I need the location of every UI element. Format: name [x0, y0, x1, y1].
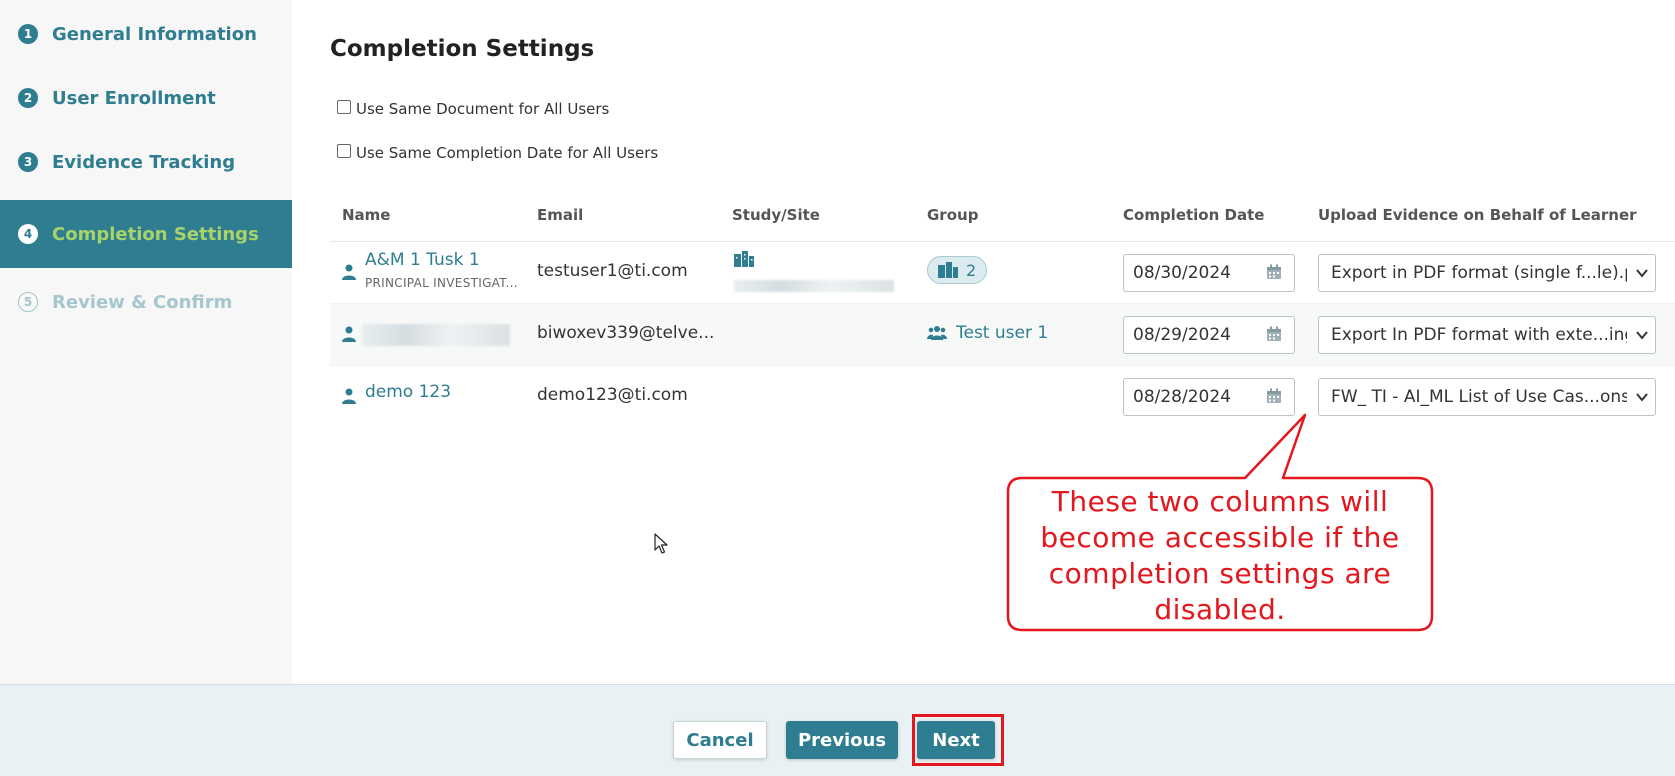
callout-line: disabled.: [1154, 593, 1286, 626]
checkbox-label: Use Same Document for All Users: [356, 100, 610, 118]
table-row: biwoxev339@telve... Test user 1 08/29/20…: [330, 304, 1675, 366]
users-icon: [927, 326, 947, 340]
step-review-confirm: 5 Review & Confirm: [0, 268, 292, 336]
step-label: Review & Confirm: [52, 291, 233, 313]
group-link[interactable]: Test user 1: [927, 323, 1048, 343]
step-number: 3: [18, 152, 38, 172]
checkbox-label: Use Same Completion Date for All Users: [356, 144, 659, 162]
main-content: Completion Settings Use Same Document fo…: [292, 0, 1675, 684]
stepper-sidebar: 1 General Information 2 User Enrollment …: [0, 0, 292, 684]
column-header-email: Email: [537, 206, 584, 224]
callout-line: become accessible if the: [1040, 521, 1400, 554]
building-icon: [734, 251, 754, 267]
user-email: testuser1@ti.com: [537, 261, 688, 281]
chevron-down-icon: [1636, 393, 1648, 402]
group-count: 2: [966, 260, 977, 280]
checkbox-box[interactable]: [337, 100, 351, 114]
completion-date-input[interactable]: 08/29/2024: [1123, 316, 1295, 354]
previous-button[interactable]: Previous: [786, 721, 898, 759]
date-value: 08/29/2024: [1133, 325, 1231, 345]
chevron-down-icon: [1636, 269, 1648, 278]
step-general-information[interactable]: 1 General Information: [0, 0, 292, 68]
user-name-link[interactable]: A&M 1 Tusk 1: [365, 250, 480, 270]
user-role: PRINCIPAL INVESTIGAT...: [365, 276, 518, 290]
step-evidence-tracking[interactable]: 3 Evidence Tracking: [0, 128, 292, 196]
group-badge[interactable]: 2: [927, 256, 988, 284]
evidence-select[interactable]: Export in PDF format (single f...le).pd: [1318, 254, 1656, 292]
step-label: User Enrollment: [52, 87, 216, 109]
step-number: 1: [18, 24, 38, 44]
date-value: 08/30/2024: [1133, 263, 1231, 283]
date-value: 08/28/2024: [1133, 387, 1231, 407]
completion-date-input[interactable]: 08/30/2024: [1123, 254, 1295, 292]
mouse-cursor-icon: [654, 533, 668, 554]
evidence-select[interactable]: Export In PDF format with exte...ing.p: [1318, 316, 1656, 354]
callout-line: completion settings are: [1048, 557, 1392, 590]
step-number: 4: [18, 224, 38, 244]
completion-table: Name Email Study/Site Group Completion D…: [330, 192, 1675, 428]
checkbox-box[interactable]: [337, 144, 351, 158]
table-header-row: Name Email Study/Site Group Completion D…: [330, 192, 1675, 242]
step-number: 2: [18, 88, 38, 108]
table-row: A&M 1 Tusk 1 PRINCIPAL INVESTIGAT... tes…: [330, 242, 1675, 304]
chevron-down-icon: [1636, 331, 1648, 340]
calendar-icon[interactable]: [1266, 326, 1282, 342]
evidence-value: FW_ TI - AI_ML List of Use Cas...ons.p: [1331, 387, 1627, 407]
person-icon: [342, 264, 356, 280]
callout-line: These two columns will: [1051, 485, 1389, 518]
user-email: biwoxev339@telve...: [537, 323, 715, 343]
column-header-name: Name: [342, 206, 391, 224]
step-number: 5: [18, 292, 38, 312]
redacted-user-name: [362, 324, 510, 346]
next-button[interactable]: Next: [917, 721, 995, 759]
step-label: Completion Settings: [52, 223, 259, 245]
column-header-study-site: Study/Site: [732, 206, 820, 224]
column-header-upload-evidence: Upload Evidence on Behalf of Learner: [1318, 206, 1637, 224]
person-icon: [342, 388, 356, 404]
step-label: Evidence Tracking: [52, 151, 236, 173]
page-title: Completion Settings: [330, 36, 595, 62]
footer-bar: Cancel Previous Next: [0, 684, 1675, 776]
calendar-icon[interactable]: [1266, 264, 1282, 280]
column-header-group: Group: [927, 206, 979, 224]
column-header-completion-date: Completion Date: [1123, 206, 1265, 224]
cancel-button[interactable]: Cancel: [673, 721, 767, 759]
redacted-study-site: [734, 280, 894, 292]
evidence-value: Export In PDF format with exte...ing.p: [1331, 325, 1627, 345]
group-name: Test user 1: [956, 323, 1049, 343]
user-email: demo123@ti.com: [537, 385, 688, 405]
same-completion-date-checkbox[interactable]: Use Same Completion Date for All Users: [337, 144, 658, 162]
building-icon: [938, 262, 958, 278]
calendar-icon[interactable]: [1266, 388, 1282, 404]
step-completion-settings[interactable]: 4 Completion Settings: [0, 200, 292, 268]
person-icon: [342, 326, 356, 342]
same-document-checkbox[interactable]: Use Same Document for All Users: [337, 100, 609, 118]
evidence-value: Export in PDF format (single f...le).pd: [1331, 263, 1627, 283]
user-name-link[interactable]: demo 123: [365, 382, 451, 402]
app-window: 1 General Information 2 User Enrollment …: [0, 0, 1675, 776]
step-label: General Information: [52, 23, 257, 45]
step-user-enrollment[interactable]: 2 User Enrollment: [0, 64, 292, 132]
annotation-callout-text: These two columns will become accessible…: [1010, 484, 1430, 628]
